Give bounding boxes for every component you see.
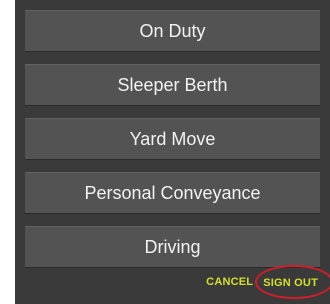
red-circle-annotation bbox=[255, 265, 330, 299]
option-driving[interactable]: Driving bbox=[25, 226, 320, 268]
sign-out-wrapper: SIGN OUT bbox=[255, 265, 330, 299]
option-personal-conveyance[interactable]: Personal Conveyance bbox=[25, 172, 320, 214]
duty-status-options: On Duty Sleeper Berth Yard Move Personal… bbox=[25, 10, 320, 280]
option-on-duty[interactable]: On Duty bbox=[25, 10, 320, 52]
option-sleeper-berth[interactable]: Sleeper Berth bbox=[25, 64, 320, 106]
duty-status-dialog: On Duty Sleeper Berth Yard Move Personal… bbox=[15, 0, 330, 304]
option-yard-move[interactable]: Yard Move bbox=[25, 118, 320, 160]
cancel-button[interactable]: CANCEL bbox=[206, 276, 253, 288]
dialog-actions: CANCEL SIGN OUT bbox=[206, 265, 330, 299]
